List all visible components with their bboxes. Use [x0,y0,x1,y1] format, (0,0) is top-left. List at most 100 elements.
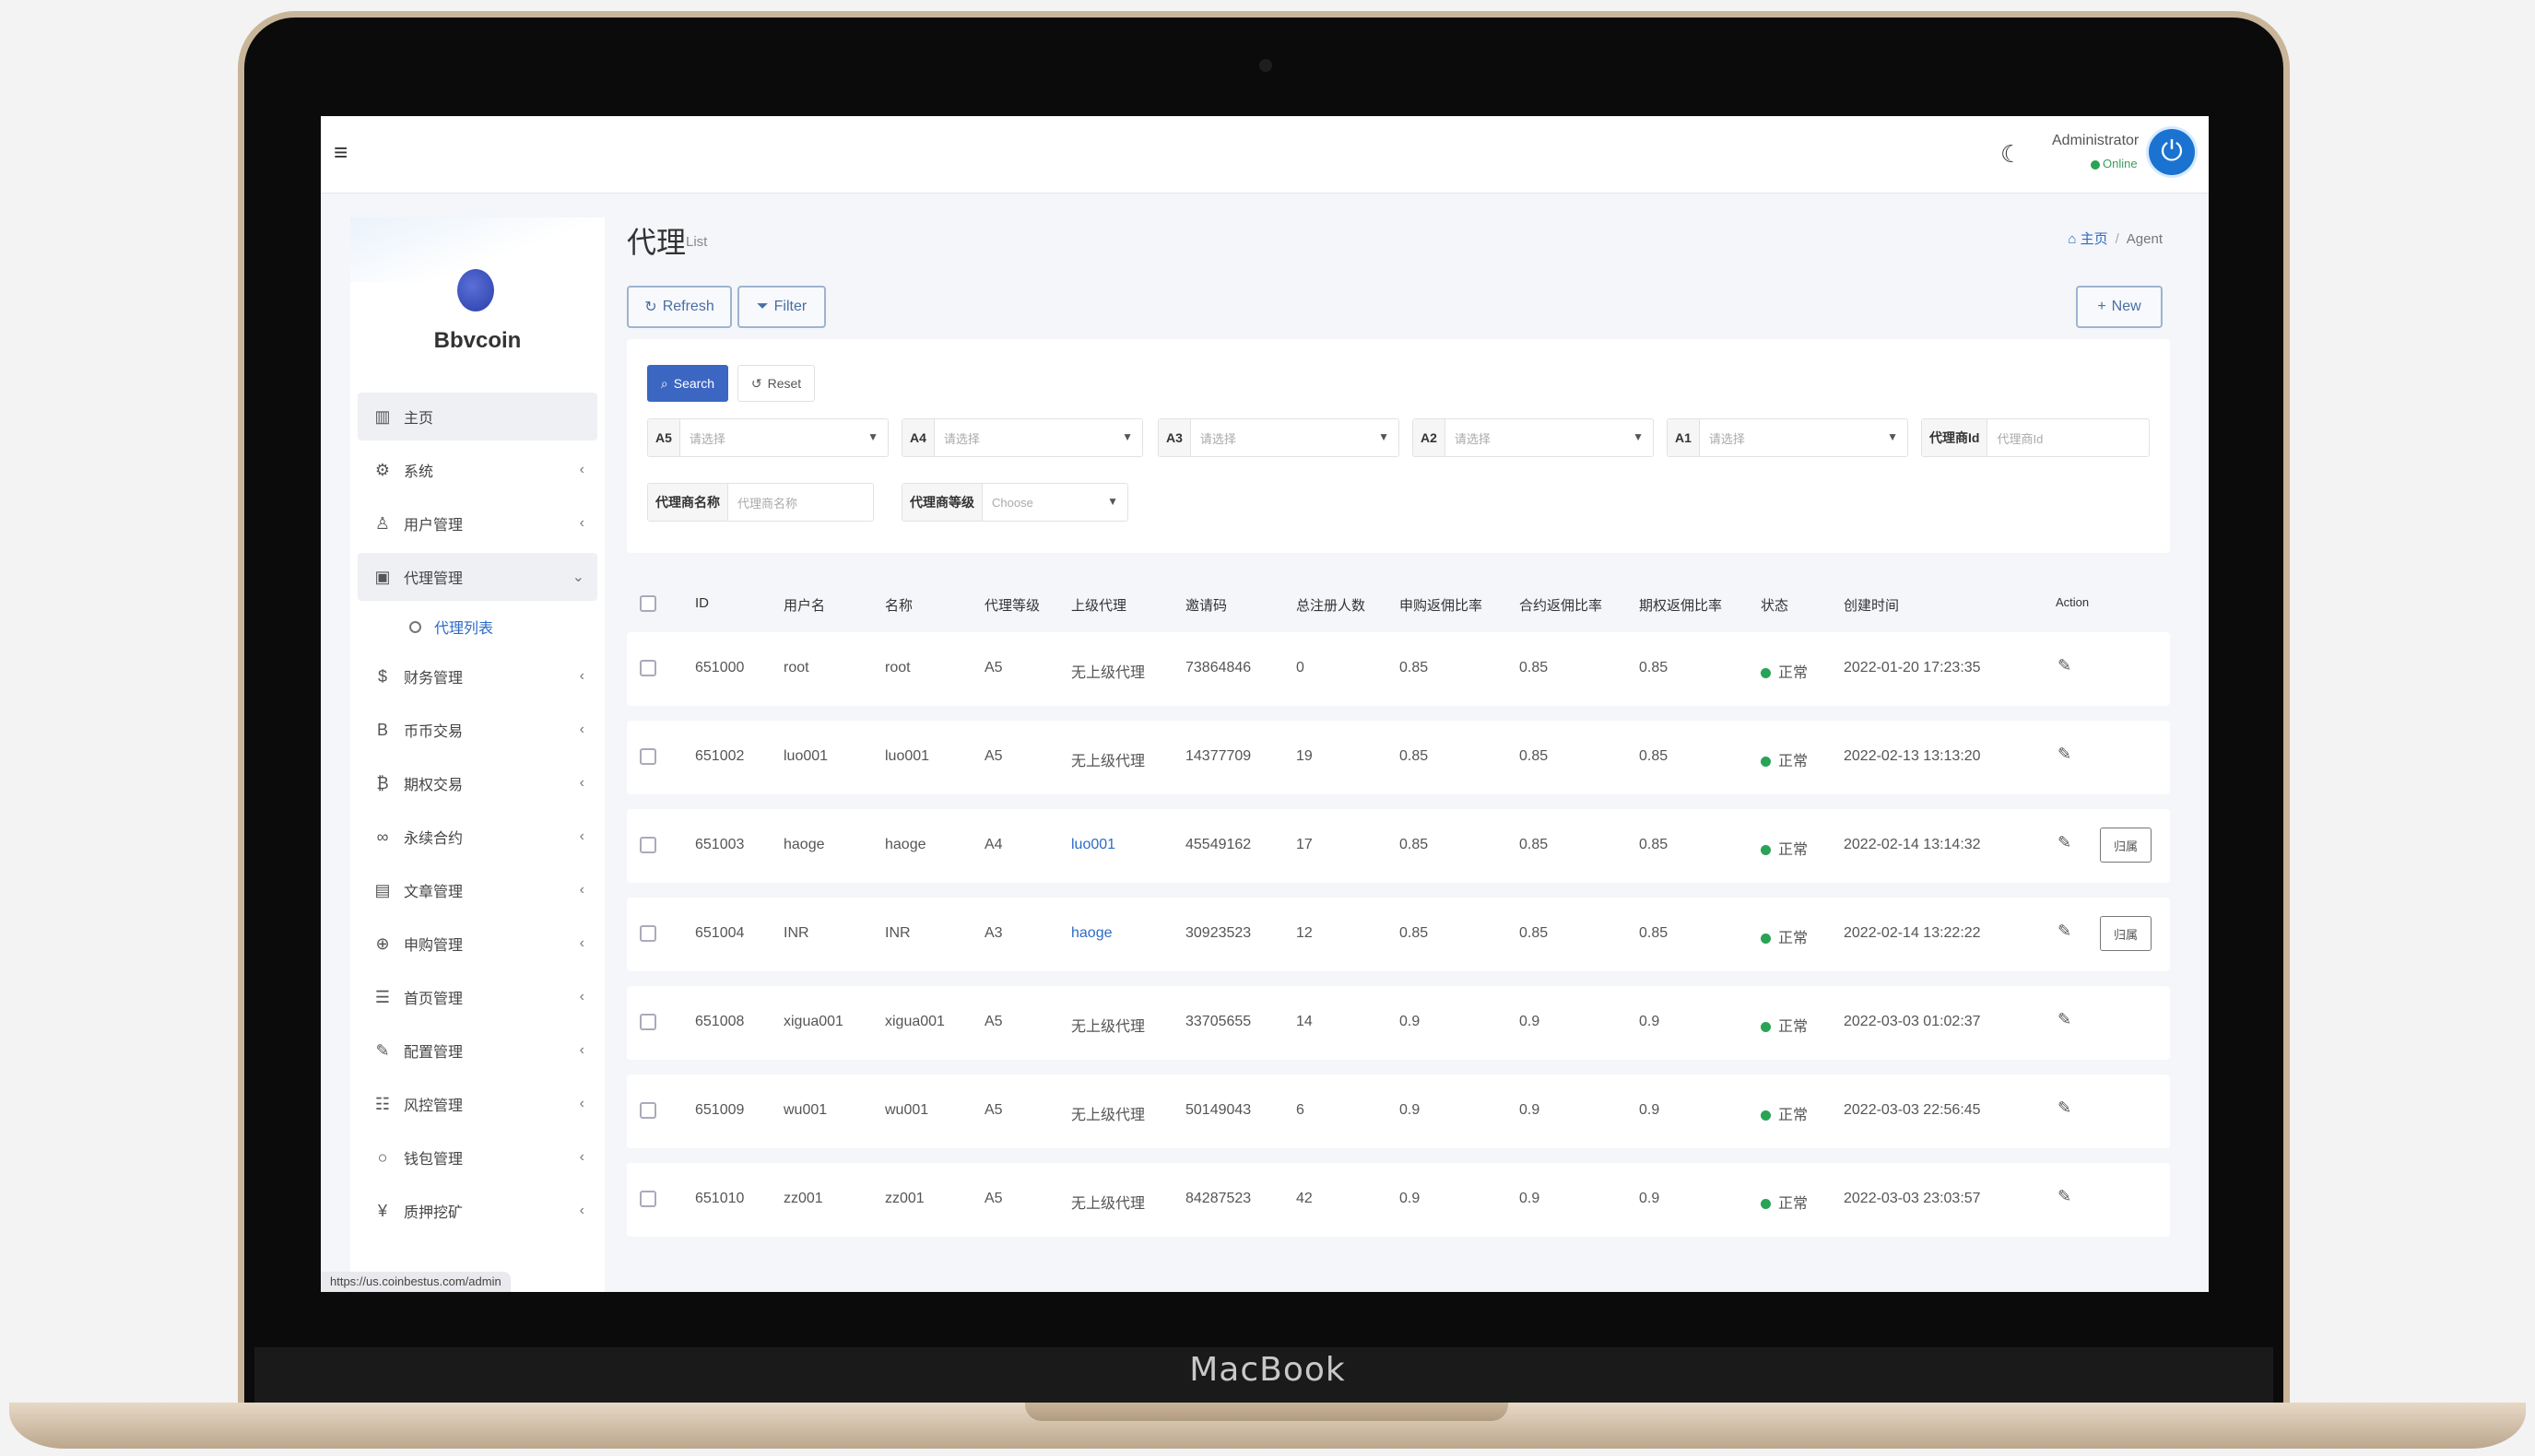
column-header[interactable]: 状态 [1761,595,1788,615]
agent-name-input[interactable]: 代理商名称 代理商名称 [647,483,874,522]
reset-button[interactable]: ↺ Reset [737,365,815,402]
sidebar-item-homepage[interactable]: ☰ 首页管理 ‹ [358,973,597,1021]
list-icon: ☰ [374,987,391,1006]
power-avatar-icon[interactable]: ⏻ [2149,129,2195,175]
column-header[interactable]: 邀请码 [1185,595,1227,615]
sidebar-item-home[interactable]: ▥ 主页 [358,393,597,440]
filter-value: 请选择 ▼ [935,419,1142,456]
breadcrumb-current: Agent [2126,231,2163,247]
sidebar-item-subscription[interactable]: ⊕ 申购管理 ‹ [358,920,597,968]
filter-value: 请选择 ▼ [1700,419,1907,456]
refresh-button[interactable]: ↻ Refresh [627,286,732,328]
sidebar-item-label: 配置管理 [404,1045,464,1061]
column-header[interactable]: 代理等级 [985,595,1040,615]
edit-icon[interactable]: ✎ [2057,1010,2071,1029]
row-checkbox[interactable] [640,1014,656,1030]
agent-id-input[interactable]: 代理商Id 代理商Id [1921,418,2150,457]
column-header[interactable]: 上级代理 [1071,595,1126,615]
filter-a4-select[interactable]: A4 请选择 ▼ [902,418,1143,457]
caret-down-icon: ▼ [1107,495,1118,508]
sidebar-item-options[interactable]: ₿ 期权交易 ‹ [358,759,597,807]
table-row: 651000 root root A5 无上级代理 73864846 0 0.85 0.85 0.… [627,632,2170,706]
sidebar-item-label: 文章管理 [404,885,464,900]
cell-created: 2022-03-03 23:03:57 [1844,1191,1981,1206]
cell-id: 651003 [695,837,745,852]
sidebar-item-staking[interactable]: ¥ 质押挖矿 ‹ [358,1187,597,1235]
cell-option-rate: 0.9 [1639,1102,1660,1118]
row-checkbox[interactable] [640,925,656,942]
bitcoin-letter-icon: B [376,720,388,739]
sidebar-item-articles[interactable]: ▤ 文章管理 ‹ [358,866,597,914]
cell-id: 651009 [695,1102,745,1118]
edit-icon[interactable]: ✎ [2057,656,2071,675]
column-header[interactable]: 总注册人数 [1296,595,1365,615]
cell-created: 2022-03-03 01:02:37 [1844,1014,1981,1029]
submenu-item-agent-list[interactable]: 代理列表 [358,606,597,647]
cell-name: INR [885,925,911,941]
filter-a5-select[interactable]: A5 请选择 ▼ [647,418,889,457]
row-checkbox[interactable] [640,1102,656,1119]
row-checkbox[interactable] [640,748,656,765]
edit-icon[interactable]: ✎ [2057,745,2071,764]
filter-placeholder: Choose [992,495,1033,510]
cell-status: 正常 [1761,1191,1808,1213]
filter-placeholder: 代理商名称 [737,496,798,511]
assign-button[interactable]: 归属 [2100,828,2152,863]
agent-level-select[interactable]: 代理商等级 Choose ▼ [902,483,1128,522]
refresh-icon: ↻ [644,299,657,315]
sidebar-item-config[interactable]: ✎ 配置管理 ‹ [358,1027,597,1074]
filter-a3-select[interactable]: A3 请选择 ▼ [1158,418,1399,457]
sidebar-item-finance[interactable]: $ 财务管理 ‹ [358,652,597,700]
row-checkbox[interactable] [640,1191,656,1207]
online-status: Online [2091,157,2138,170]
column-header[interactable]: ID [695,595,709,611]
sidebar-item-label: 币币交易 [404,724,464,740]
sidebar-item-users[interactable]: ♙ 用户管理 ‹ [358,499,597,547]
sidebar-item-risk[interactable]: ☷ 风控管理 ‹ [358,1080,597,1128]
edit-icon[interactable]: ✎ [2057,922,2071,941]
cell-option-rate: 0.9 [1639,1014,1660,1029]
filter-button[interactable]: ⏷ Filter [737,286,826,328]
sidebar-item-wallet[interactable]: ○ 钱包管理 ‹ [358,1133,597,1181]
column-header[interactable]: 申购返佣比率 [1399,595,1482,615]
edit-icon[interactable]: ✎ [2057,1098,2071,1118]
column-header[interactable]: 用户名 [784,595,825,615]
sidebar-item-label: 代理管理 [404,571,464,587]
dark-mode-icon[interactable]: ☾ [2000,140,2024,168]
cell-sub-rate: 0.9 [1399,1014,1421,1029]
cell-parent[interactable]: haoge [1071,925,1113,942]
row-checkbox[interactable] [640,660,656,676]
status-dot-icon [1761,1110,1771,1121]
sidebar-item-spot-trading[interactable]: B 币币交易 ‹ [358,706,597,754]
search-label: Search [673,376,715,391]
cell-parent[interactable]: luo001 [1071,837,1115,853]
hamburger-menu-icon[interactable]: ≡ [334,138,356,166]
cell-contract-rate: 0.85 [1519,748,1549,764]
camera [1259,59,1272,72]
new-button[interactable]: + New [2076,286,2163,328]
caret-down-icon: ▼ [1887,430,1898,443]
column-header[interactable]: 创建时间 [1844,595,1899,615]
select-all-checkbox[interactable] [640,595,656,612]
filter-a2-select[interactable]: A2 请选择 ▼ [1412,418,1654,457]
edit-icon[interactable]: ✎ [2057,833,2071,852]
assign-button[interactable]: 归属 [2100,916,2152,951]
cell-level: A5 [985,1191,1003,1206]
chevron-left-icon: ‹ [579,722,584,737]
caret-down-icon: ▼ [867,430,878,443]
row-checkbox[interactable] [640,837,656,853]
page-subtitle: List [686,234,708,250]
column-header[interactable]: 期权返佣比率 [1639,595,1722,615]
sidebar-item-system[interactable]: ⚙ 系统 ‹ [358,446,597,494]
search-button[interactable]: ⌕ Search [647,365,728,402]
filter-a1-select[interactable]: A1 请选择 ▼ [1667,418,1908,457]
filter-placeholder: 请选择 [1199,431,1236,446]
edit-icon[interactable]: ✎ [2057,1187,2071,1206]
cell-sub-rate: 0.9 [1399,1191,1421,1206]
column-header[interactable]: 名称 [885,595,913,615]
sidebar-item-agents[interactable]: ▣ 代理管理 ⌄ [358,553,597,601]
column-header[interactable]: 合约返佣比率 [1519,595,1602,615]
chevron-left-icon: ‹ [579,1042,584,1058]
breadcrumb-home[interactable]: 主页 [2081,231,2108,247]
sidebar-item-perpetual[interactable]: ∞ 永续合约 ‹ [358,813,597,861]
